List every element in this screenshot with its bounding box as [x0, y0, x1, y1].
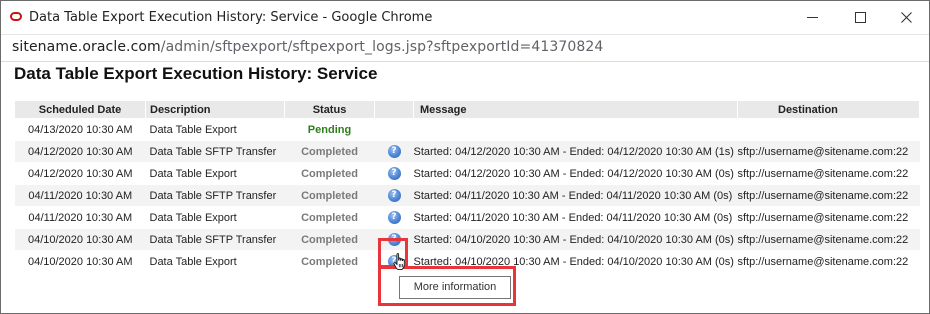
cell-scheduled-date: 04/10/2020 10:30 AM: [15, 250, 146, 272]
column-header-scheduled-date: Scheduled Date: [15, 101, 146, 119]
status-label: Completed: [301, 255, 358, 268]
cell-message: Started: 04/11/2020 10:30 AM - Ended: 04…: [413, 184, 738, 207]
cell-message: Started: 04/10/2020 10:30 AM - Ended: 04…: [413, 228, 738, 251]
cell-status: Completed: [284, 250, 375, 272]
table-row: 04/12/2020 10:30 AM Data Table Export Co…: [15, 162, 920, 185]
cell-message: [413, 118, 738, 141]
cell-destination: sftp://username@sitename.com:22: [737, 184, 920, 207]
status-label: Completed: [301, 233, 358, 246]
title-bar: Data Table Export Execution History: Ser…: [1, 1, 929, 35]
hand-pointer-icon: [393, 253, 405, 271]
cell-destination: sftp://username@sitename.com:22: [737, 250, 920, 272]
maximize-icon: [854, 12, 866, 23]
status-label: Completed: [301, 211, 358, 224]
cell-status: Completed: [284, 184, 375, 207]
status-label: Pending: [307, 123, 352, 136]
cell-scheduled-date: 04/12/2020 10:30 AM: [15, 140, 146, 163]
column-header-info: [374, 101, 414, 119]
oracle-logo-icon: [10, 12, 22, 21]
cell-status: Completed: [284, 206, 375, 229]
close-icon: [900, 12, 912, 23]
cell-destination: sftp://username@sitename.com:22: [737, 162, 920, 185]
address-bar[interactable]: sitename.oracle.com/admin/sftpexport/sft…: [1, 35, 929, 62]
browser-window: Data Table Export Execution History: Ser…: [0, 0, 930, 314]
cell-destination: [737, 118, 920, 141]
minimize-icon: [806, 17, 818, 18]
cell-description: Data Table Export: [145, 250, 285, 272]
cell-info: ?: [374, 140, 414, 163]
url-path: /admin/sftpexport/sftpexport_logs.jsp?sf…: [160, 39, 604, 55]
close-button[interactable]: [883, 1, 929, 34]
status-label: Completed: [301, 145, 358, 158]
page-title: Data Table Export Execution History: Ser…: [14, 64, 378, 83]
status-label: Completed: [301, 167, 358, 180]
cell-info: ?: [374, 162, 414, 185]
column-header-destination: Destination: [737, 101, 920, 119]
cell-info: [374, 118, 414, 141]
cell-description: Data Table SFTP Transfer: [145, 184, 285, 207]
table-row: 04/11/2020 10:30 AM Data Table SFTP Tran…: [15, 184, 920, 207]
table-header-row: Scheduled Date Description Status Messag…: [15, 101, 920, 119]
info-icon[interactable]: ?: [387, 189, 401, 202]
column-header-message-label: Message: [420, 103, 467, 116]
cell-description: Data Table Export: [145, 206, 285, 229]
cell-scheduled-date: 04/11/2020 10:30 AM: [15, 184, 146, 207]
cell-destination: sftp://username@sitename.com:22: [737, 206, 920, 229]
cell-info: ?: [374, 184, 414, 207]
cell-status: Pending: [284, 118, 375, 141]
table-row: 04/11/2020 10:30 AM Data Table Export Co…: [15, 206, 920, 229]
table-row: 04/12/2020 10:30 AM Data Table SFTP Tran…: [15, 140, 920, 163]
info-icon[interactable]: ?: [387, 211, 401, 224]
column-header-description: Description: [145, 101, 285, 119]
cell-description: Data Table Export: [145, 118, 285, 141]
table-row: 04/10/2020 10:30 AM Data Table SFTP Tran…: [15, 228, 920, 251]
cell-info: ?: [374, 206, 414, 229]
cell-description: Data Table SFTP Transfer: [145, 140, 285, 163]
maximize-button[interactable]: [837, 1, 883, 34]
window-title: Data Table Export Execution History: Ser…: [29, 10, 433, 25]
cell-status: Completed: [284, 228, 375, 251]
cell-scheduled-date: 04/11/2020 10:30 AM: [15, 206, 146, 229]
column-header-status: Status: [284, 101, 375, 119]
cell-status: Completed: [284, 140, 375, 163]
cell-description: Data Table Export: [145, 162, 285, 185]
column-header-message: Message: [413, 101, 738, 119]
cell-message: Started: 04/12/2020 10:30 AM - Ended: 04…: [413, 162, 738, 185]
info-icon[interactable]: ?: [387, 145, 401, 158]
url-text: sitename.oracle.com/admin/sftpexport/sft…: [12, 39, 603, 55]
cell-message: Started: 04/12/2020 10:30 AM - Ended: 04…: [413, 140, 738, 163]
column-header-destination-label: Destination: [778, 103, 838, 116]
cell-scheduled-date: 04/10/2020 10:30 AM: [15, 228, 146, 251]
cell-status: Completed: [284, 162, 375, 185]
cell-scheduled-date: 04/13/2020 10:30 AM: [15, 118, 146, 141]
status-label: Completed: [301, 189, 358, 202]
info-icon[interactable]: ?: [387, 167, 401, 180]
execution-history-table: Scheduled Date Description Status Messag…: [15, 101, 920, 272]
cell-message: Started: 04/11/2020 10:30 AM - Ended: 04…: [413, 206, 738, 229]
more-information-tooltip: More information: [399, 276, 511, 299]
cell-scheduled-date: 04/12/2020 10:30 AM: [15, 162, 146, 185]
minimize-button[interactable]: [789, 1, 835, 34]
cell-destination: sftp://username@sitename.com:22: [737, 140, 920, 163]
url-host: sitename.oracle.com: [12, 39, 161, 55]
cell-destination: sftp://username@sitename.com:22: [737, 228, 920, 251]
cell-description: Data Table SFTP Transfer: [145, 228, 285, 251]
table-row: 04/13/2020 10:30 AM Data Table Export Pe…: [15, 118, 920, 141]
